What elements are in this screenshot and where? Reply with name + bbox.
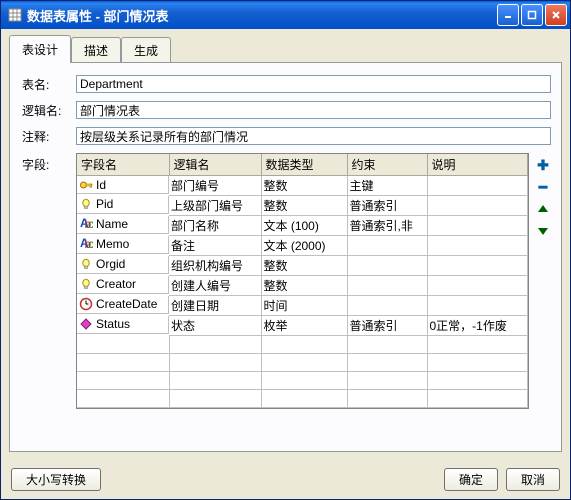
cell-constraint: 主键 bbox=[347, 176, 427, 196]
col-field-name[interactable]: 字段名 bbox=[77, 154, 169, 176]
cell-description: 0正常，-1作废 bbox=[427, 316, 528, 336]
bulb-icon bbox=[79, 277, 93, 291]
cell-field-name: CreateDate bbox=[96, 297, 157, 311]
table-row-empty[interactable] bbox=[77, 336, 528, 354]
tab-description[interactable]: 描述 bbox=[71, 37, 121, 62]
label-logical-name: 逻辑名: bbox=[22, 102, 76, 119]
cell-data-type: 文本 (100) bbox=[261, 216, 347, 236]
label-fields: 字段: bbox=[22, 156, 76, 173]
close-button[interactable] bbox=[545, 4, 567, 26]
table-row[interactable]: Orgid 组织机构编号整数 bbox=[77, 256, 528, 276]
table-row-empty[interactable] bbox=[77, 372, 528, 390]
input-table-name[interactable] bbox=[76, 75, 551, 93]
table-row[interactable]: Pid 上级部门编号整数普通索引 bbox=[77, 196, 528, 216]
move-down-button[interactable] bbox=[535, 223, 551, 239]
case-toggle-button[interactable]: 大小写转换 bbox=[11, 468, 101, 491]
cell-logical-name: 部门编号 bbox=[169, 176, 261, 196]
app-icon bbox=[7, 7, 23, 23]
cell-description bbox=[427, 176, 528, 196]
fields-grid[interactable]: 字段名 逻辑名 数据类型 约束 说明 Id部门编号整数主键Pid上级部门编号整数… bbox=[76, 153, 529, 409]
cell-data-type: 时间 bbox=[261, 296, 347, 316]
cell-logical-name: 创建日期 bbox=[169, 296, 261, 316]
tab-panel: 表名: 逻辑名: 注释: 字段: 字段名 bbox=[9, 62, 562, 452]
cell-description bbox=[427, 256, 528, 276]
cell-field-name: Status bbox=[96, 317, 130, 331]
key-icon bbox=[79, 178, 93, 192]
cell-description bbox=[427, 216, 528, 236]
col-description[interactable]: 说明 bbox=[427, 154, 528, 176]
client-area: 表设计 描述 生成 表名: 逻辑名: 注释: 字段: bbox=[1, 29, 570, 460]
input-logical-name[interactable] bbox=[76, 101, 551, 119]
move-up-button[interactable] bbox=[535, 201, 551, 217]
cell-field-name: Memo bbox=[96, 237, 129, 251]
input-note[interactable] bbox=[76, 127, 551, 145]
table-row-empty[interactable] bbox=[77, 390, 528, 408]
cell-logical-name: 备注 bbox=[169, 236, 261, 256]
cell-description bbox=[427, 276, 528, 296]
field-reorder-buttons: ✚ ━ bbox=[535, 157, 551, 239]
abc-icon: Abc bbox=[79, 217, 93, 231]
table-row[interactable]: AbcMemo 备注文本 (2000) bbox=[77, 236, 528, 256]
cell-description bbox=[427, 296, 528, 316]
maximize-button[interactable] bbox=[521, 4, 543, 26]
svg-text:c: c bbox=[88, 217, 93, 231]
cell-field-name: Orgid bbox=[96, 257, 125, 271]
tab-strip: 表设计 描述 生成 bbox=[9, 35, 562, 62]
add-field-button[interactable]: ✚ bbox=[535, 157, 551, 173]
col-constraint[interactable]: 约束 bbox=[347, 154, 427, 176]
bulb-icon bbox=[79, 197, 93, 211]
clock-icon bbox=[79, 297, 93, 311]
col-data-type[interactable]: 数据类型 bbox=[261, 154, 347, 176]
grid-header-row: 字段名 逻辑名 数据类型 约束 说明 bbox=[77, 154, 528, 176]
table-row-empty[interactable] bbox=[77, 354, 528, 372]
cell-logical-name: 部门名称 bbox=[169, 216, 261, 236]
bulb-icon bbox=[79, 257, 93, 271]
dialog-footer: 大小写转换 确定 取消 bbox=[1, 460, 570, 499]
cell-data-type: 整数 bbox=[261, 256, 347, 276]
cell-field-name: Creator bbox=[96, 277, 136, 291]
abc-icon: Abc bbox=[79, 237, 93, 251]
label-table-name: 表名: bbox=[22, 76, 76, 93]
titlebar[interactable]: 数据表属性 - 部门情况表 bbox=[1, 1, 570, 29]
cell-constraint bbox=[347, 256, 427, 276]
cell-constraint: 普通索引 bbox=[347, 196, 427, 216]
svg-text:c: c bbox=[88, 237, 93, 251]
cell-description bbox=[427, 196, 528, 216]
table-row[interactable]: Status 状态枚举普通索引0正常，-1作废 bbox=[77, 316, 528, 336]
cell-data-type: 文本 (2000) bbox=[261, 236, 347, 256]
dialog-window: 数据表属性 - 部门情况表 表设计 描述 生成 表名: 逻辑名: 注释: bbox=[0, 0, 571, 500]
label-note: 注释: bbox=[22, 128, 76, 145]
window-controls bbox=[497, 4, 567, 26]
cell-logical-name: 创建人编号 bbox=[169, 276, 261, 296]
cell-logical-name: 上级部门编号 bbox=[169, 196, 261, 216]
cell-logical-name: 组织机构编号 bbox=[169, 256, 261, 276]
cell-constraint: 普通索引,非 bbox=[347, 216, 427, 236]
table-row[interactable]: AbcName 部门名称文本 (100)普通索引,非 bbox=[77, 216, 528, 236]
col-logical-name[interactable]: 逻辑名 bbox=[169, 154, 261, 176]
cell-logical-name: 状态 bbox=[169, 316, 261, 336]
cell-description bbox=[427, 236, 528, 256]
cell-field-name: Id bbox=[96, 178, 106, 192]
table-row[interactable]: CreateDate 创建日期时间 bbox=[77, 296, 528, 316]
cell-constraint bbox=[347, 236, 427, 256]
tab-generate[interactable]: 生成 bbox=[121, 37, 171, 62]
window-title: 数据表属性 - 部门情况表 bbox=[27, 6, 497, 25]
cell-constraint bbox=[347, 276, 427, 296]
minimize-button[interactable] bbox=[497, 4, 519, 26]
cell-field-name: Pid bbox=[96, 197, 113, 211]
cell-field-name: Name bbox=[96, 217, 128, 231]
cell-data-type: 整数 bbox=[261, 176, 347, 196]
ok-button[interactable]: 确定 bbox=[444, 468, 498, 491]
cell-data-type: 整数 bbox=[261, 276, 347, 296]
cell-constraint bbox=[347, 296, 427, 316]
cell-constraint: 普通索引 bbox=[347, 316, 427, 336]
cancel-button[interactable]: 取消 bbox=[506, 468, 560, 491]
tab-design[interactable]: 表设计 bbox=[9, 35, 71, 63]
cell-data-type: 枚举 bbox=[261, 316, 347, 336]
table-row[interactable]: Id 部门编号整数主键 bbox=[77, 176, 528, 196]
cell-data-type: 整数 bbox=[261, 196, 347, 216]
diamond-icon bbox=[79, 317, 93, 331]
table-row[interactable]: Creator 创建人编号整数 bbox=[77, 276, 528, 296]
remove-field-button[interactable]: ━ bbox=[535, 179, 551, 195]
